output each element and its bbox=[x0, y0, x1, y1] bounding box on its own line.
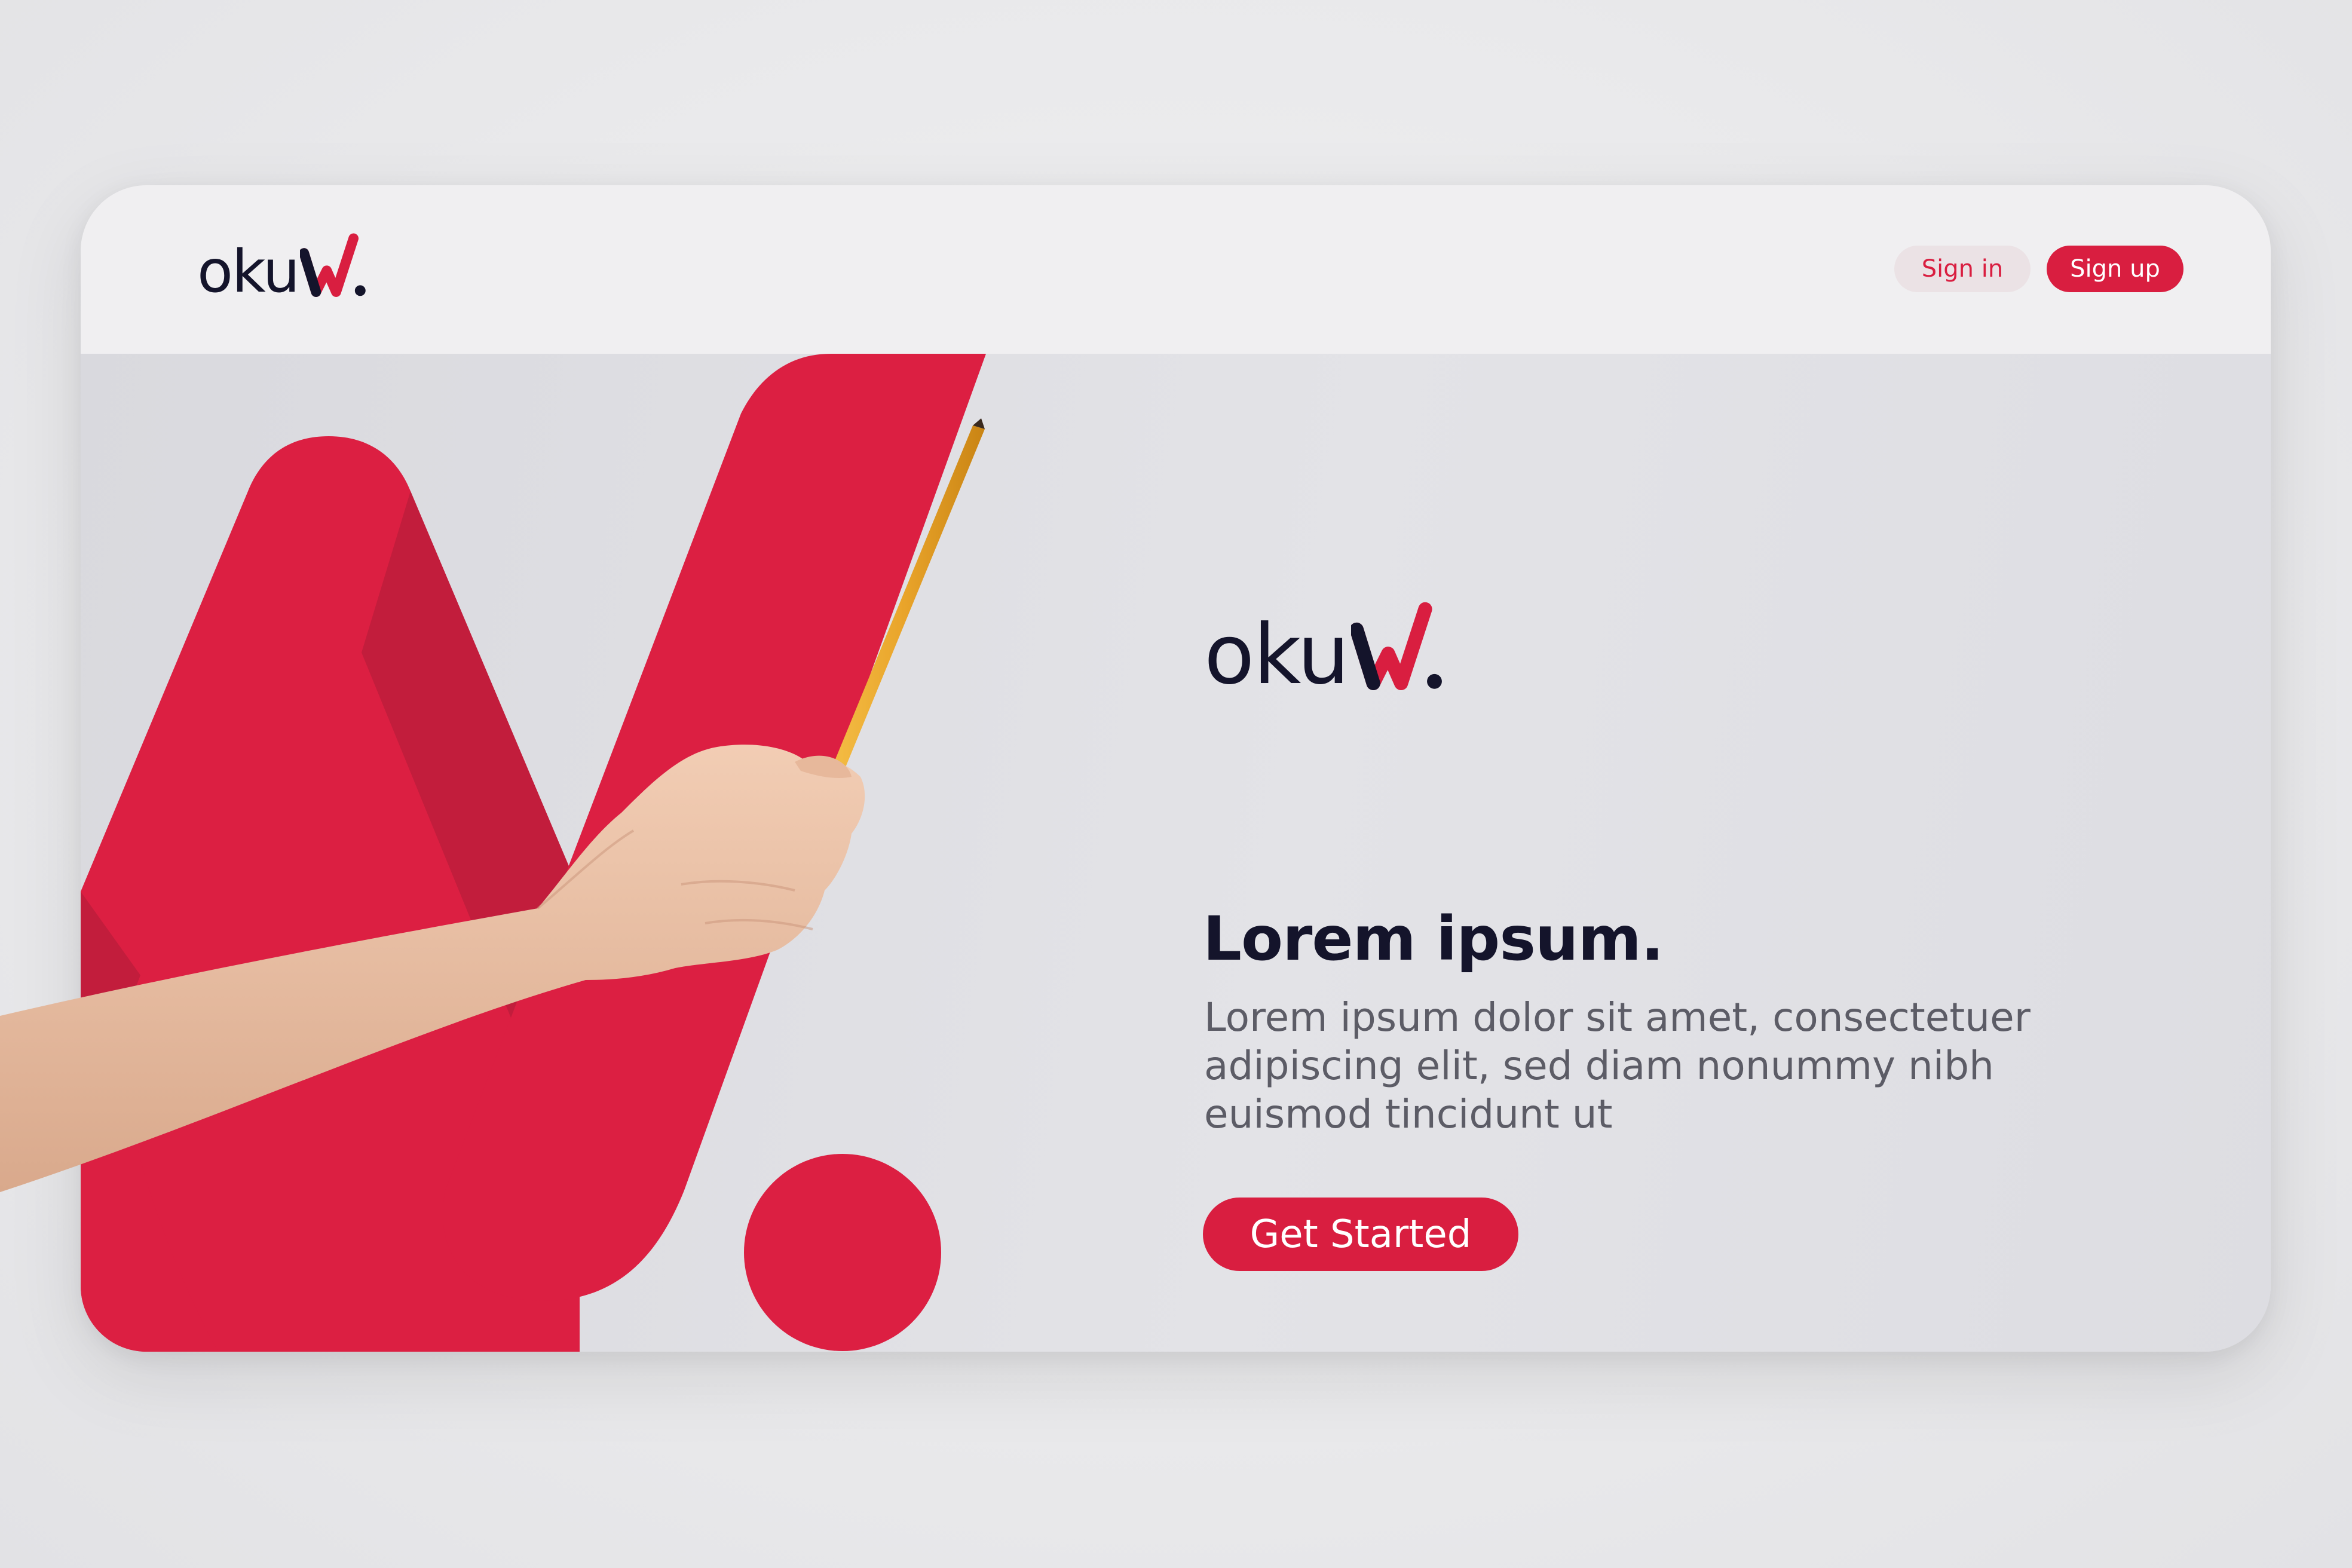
hero-w-graphic bbox=[81, 354, 986, 1352]
get-started-button[interactable]: Get Started bbox=[1203, 1198, 1518, 1271]
sign-up-button[interactable]: Sign up bbox=[2047, 246, 2183, 292]
hero-logo: oku bbox=[1204, 602, 1444, 696]
hero-logo-wordmark: oku bbox=[1204, 607, 1350, 703]
logo-w-mark-icon bbox=[299, 233, 366, 297]
hero-description: Lorem ipsum dolor sit amet, consectetuer… bbox=[1204, 994, 2031, 1137]
landing-page-window: oku Sign in Sign up oku Lorem ipsum. Lor… bbox=[81, 185, 2271, 1352]
navbar: oku Sign in Sign up bbox=[81, 185, 2271, 354]
logo-wordmark: oku bbox=[197, 238, 300, 306]
hero-section: oku Lorem ipsum. Lorem ipsum dolor sit a… bbox=[81, 354, 2271, 1352]
nav-logo[interactable]: oku bbox=[197, 233, 367, 301]
sign-in-button[interactable]: Sign in bbox=[1894, 246, 2031, 292]
hero-heading: Lorem ipsum. bbox=[1203, 904, 1664, 975]
hero-logo-w-mark-icon bbox=[1350, 602, 1442, 691]
